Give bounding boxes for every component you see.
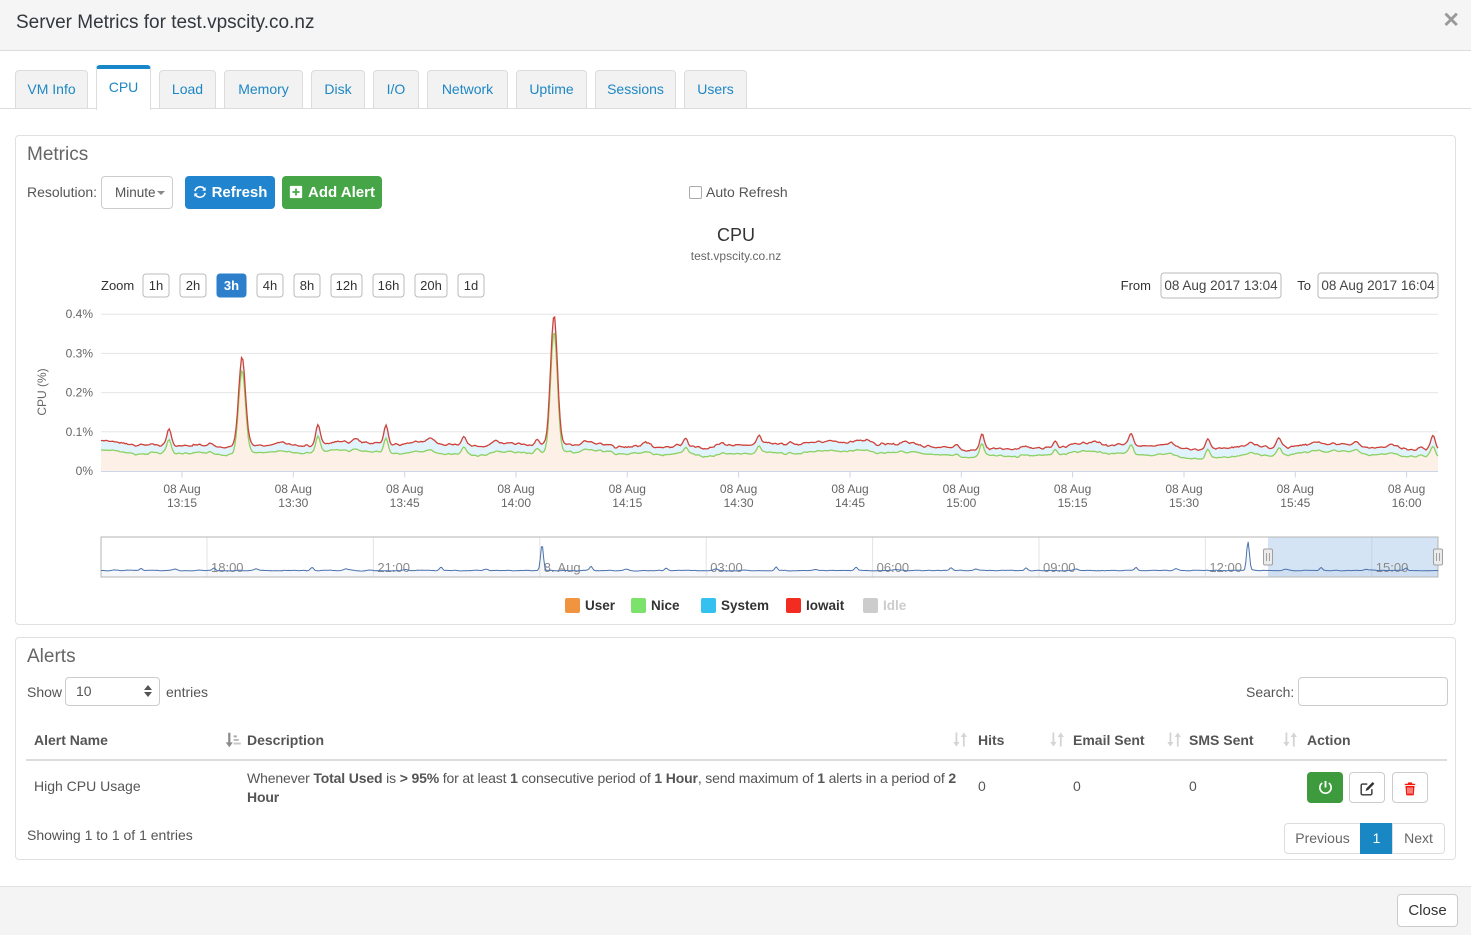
- svg-text:15:00: 15:00: [1376, 560, 1409, 575]
- svg-text:Iowait: Iowait: [806, 598, 845, 613]
- svg-text:08 Aug: 08 Aug: [497, 482, 534, 496]
- svg-text:CPU: CPU: [717, 225, 755, 245]
- svg-text:08 Aug: 08 Aug: [275, 482, 312, 496]
- svg-text:Zoom: Zoom: [101, 278, 134, 293]
- svg-text:CPU (%): CPU (%): [35, 368, 49, 415]
- svg-text:15:45: 15:45: [1280, 496, 1310, 510]
- svg-text:06:00: 06:00: [877, 560, 910, 575]
- svg-text:08 Aug 2017 13:04: 08 Aug 2017 13:04: [1164, 278, 1278, 293]
- svg-text:Idle: Idle: [883, 598, 907, 613]
- svg-text:2h: 2h: [186, 278, 200, 293]
- svg-text:0.4%: 0.4%: [66, 307, 94, 321]
- svg-text:13:15: 13:15: [167, 496, 197, 510]
- svg-text:14:45: 14:45: [835, 496, 865, 510]
- svg-text:08 Aug: 08 Aug: [720, 482, 757, 496]
- svg-text:18:00: 18:00: [211, 560, 244, 575]
- svg-text:0.1%: 0.1%: [66, 425, 94, 439]
- svg-text:08 Aug: 08 Aug: [1277, 482, 1314, 496]
- svg-text:08 Aug: 08 Aug: [831, 482, 868, 496]
- svg-text:20h: 20h: [420, 278, 442, 293]
- svg-text:User: User: [585, 598, 616, 613]
- svg-text:4h: 4h: [263, 278, 277, 293]
- svg-text:13:45: 13:45: [390, 496, 420, 510]
- svg-text:14:15: 14:15: [612, 496, 642, 510]
- svg-text:08 Aug: 08 Aug: [1054, 482, 1091, 496]
- svg-text:14:30: 14:30: [724, 496, 754, 510]
- svg-text:13:30: 13:30: [278, 496, 308, 510]
- svg-text:16:00: 16:00: [1392, 496, 1422, 510]
- svg-text:08 Aug 2017 16:04: 08 Aug 2017 16:04: [1321, 278, 1435, 293]
- svg-text:08 Aug: 08 Aug: [609, 482, 646, 496]
- svg-text:15:30: 15:30: [1169, 496, 1199, 510]
- svg-text:0.2%: 0.2%: [66, 386, 94, 400]
- svg-text:1d: 1d: [464, 278, 478, 293]
- svg-text:08 Aug: 08 Aug: [163, 482, 200, 496]
- svg-text:03:00: 03:00: [710, 560, 743, 575]
- svg-text:To: To: [1297, 278, 1311, 293]
- svg-text:08 Aug: 08 Aug: [943, 482, 980, 496]
- svg-text:15:00: 15:00: [946, 496, 976, 510]
- svg-text:System: System: [721, 598, 769, 613]
- svg-text:12:00: 12:00: [1209, 560, 1242, 575]
- svg-text:0%: 0%: [76, 464, 94, 478]
- svg-text:08 Aug: 08 Aug: [1165, 482, 1202, 496]
- svg-text:16h: 16h: [378, 278, 400, 293]
- svg-text:12h: 12h: [336, 278, 358, 293]
- svg-text:09:00: 09:00: [1043, 560, 1076, 575]
- svg-text:08 Aug: 08 Aug: [386, 482, 423, 496]
- svg-text:08 Aug: 08 Aug: [1388, 482, 1425, 496]
- svg-text:test.vpscity.co.nz: test.vpscity.co.nz: [691, 249, 781, 263]
- svg-text:14:00: 14:00: [501, 496, 531, 510]
- svg-text:1h: 1h: [149, 278, 163, 293]
- svg-text:8. Aug: 8. Aug: [544, 560, 581, 575]
- svg-text:3h: 3h: [224, 278, 239, 293]
- svg-text:0.3%: 0.3%: [66, 346, 94, 360]
- svg-text:From: From: [1121, 278, 1151, 293]
- svg-text:Nice: Nice: [651, 598, 680, 613]
- svg-text:21:00: 21:00: [377, 560, 410, 575]
- svg-text:15:15: 15:15: [1058, 496, 1088, 510]
- svg-text:8h: 8h: [300, 278, 314, 293]
